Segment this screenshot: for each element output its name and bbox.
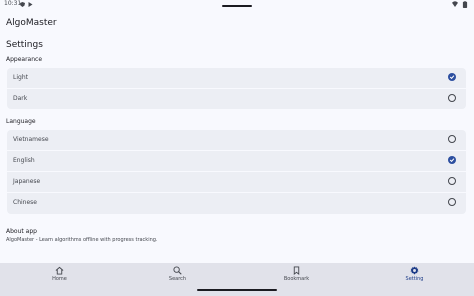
status-time: 10:31 (4, 0, 22, 7)
language-option-english[interactable]: English (7, 151, 466, 171)
option-label: Light (13, 74, 28, 81)
language-option-chinese[interactable]: Chinese (7, 193, 466, 213)
nav-item-bookmark[interactable]: Bookmark (237, 263, 356, 288)
radio-unselected-icon[interactable] (448, 94, 456, 102)
language-option-vietnamese[interactable]: Vietnamese (7, 130, 466, 150)
language-section-title: Language (6, 118, 36, 125)
battery-icon (462, 1, 468, 8)
appearance-option-dark[interactable]: Dark (7, 89, 466, 109)
language-option-japanese[interactable]: Japanese (7, 172, 466, 192)
bookmark-icon (293, 266, 300, 275)
nav-label: Search (168, 276, 187, 282)
nav-item-setting[interactable]: Setting (355, 263, 474, 288)
language-card: Vietnamese English Japanese Chinese (7, 130, 466, 214)
app-title: AlgoMaster (6, 18, 57, 28)
radio-selected-icon[interactable] (448, 73, 456, 81)
option-label: Vietnamese (13, 136, 49, 143)
radio-unselected-icon[interactable] (448, 198, 456, 206)
home-icon (55, 266, 64, 275)
nav-label: Setting (405, 276, 424, 282)
option-label: Dark (13, 95, 28, 102)
appearance-card: Light Dark (7, 68, 466, 109)
nav-label: Home (52, 276, 67, 282)
nav-item-home[interactable]: Home (0, 263, 119, 288)
about-title: About app (6, 228, 37, 235)
play-store-icon (28, 2, 33, 7)
gesture-bar (197, 289, 277, 291)
status-bar: 10:31 (0, 0, 474, 10)
radio-unselected-icon[interactable] (448, 135, 456, 143)
search-icon (173, 266, 182, 275)
option-label: English (13, 157, 35, 164)
appearance-option-light[interactable]: Light (7, 68, 466, 88)
page-title: Settings (6, 40, 43, 50)
about-description: AlgoMaster - Learn algorithms offline wi… (6, 237, 158, 243)
radio-unselected-icon[interactable] (448, 177, 456, 185)
bottom-navigation: Home Search Bookmark Setting (0, 263, 474, 296)
appearance-section-title: Appearance (6, 56, 43, 63)
shield-icon (20, 2, 25, 7)
nav-label: Bookmark (283, 276, 310, 282)
option-label: Japanese (13, 178, 41, 185)
gear-icon (410, 266, 419, 275)
nav-item-search[interactable]: Search (118, 263, 237, 288)
camera-notch (222, 5, 252, 7)
radio-selected-icon[interactable] (448, 156, 456, 164)
option-label: Chinese (13, 199, 37, 206)
wifi-icon (452, 1, 458, 7)
